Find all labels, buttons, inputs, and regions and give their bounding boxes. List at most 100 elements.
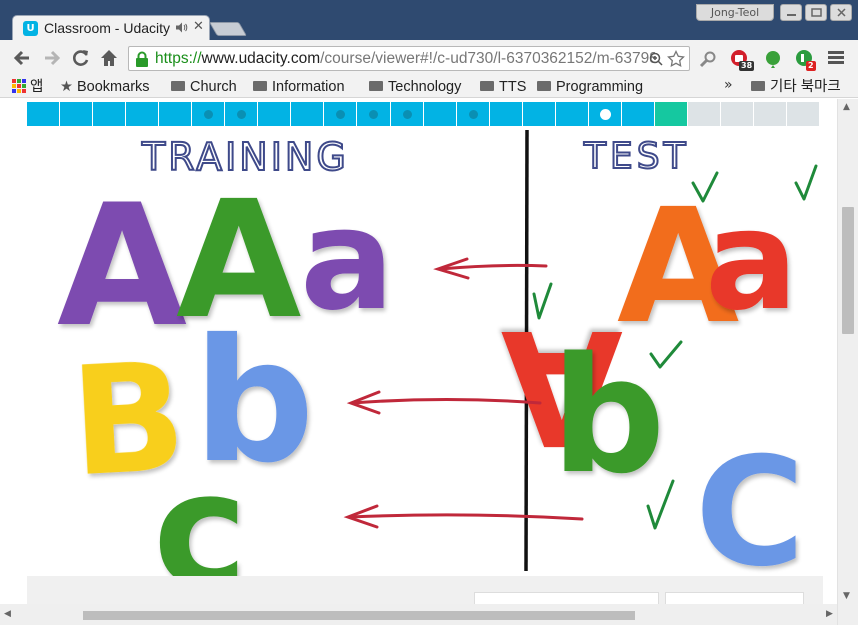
- scroll-down-icon[interactable]: ▼: [843, 591, 850, 601]
- star-icon: ★: [60, 79, 73, 95]
- vertical-scrollbar-thumb[interactable]: [842, 207, 854, 334]
- progress-segment[interactable]: [60, 102, 94, 126]
- progress-segment[interactable]: [456, 102, 490, 126]
- page-content: TRAINING TEST A A a B b c A A a b C ▲ ▼ …: [0, 99, 858, 625]
- speaker-icon[interactable]: [175, 21, 188, 34]
- progress-segment[interactable]: [754, 102, 788, 126]
- quiz-node-icon: [468, 110, 478, 119]
- progress-segment[interactable]: [357, 102, 391, 126]
- bookmark-label: TTS: [499, 79, 527, 95]
- pocket-extension-button[interactable]: 2: [795, 49, 819, 73]
- progress-segment[interactable]: [291, 102, 325, 126]
- folder-icon: [537, 81, 551, 91]
- forward-icon[interactable]: [42, 48, 62, 68]
- bookmark-bookmarks[interactable]: ★ Bookmarks: [60, 77, 150, 97]
- address-bar[interactable]: https://www.udacity.com/course/viewer#!/…: [128, 46, 690, 71]
- bookmark-folder-tts[interactable]: TTS: [480, 77, 526, 97]
- reload-icon[interactable]: [71, 48, 91, 68]
- progress-segment[interactable]: [324, 102, 358, 126]
- lesson-progress-bar: [27, 102, 837, 126]
- arrow-a: [433, 257, 548, 280]
- bookmark-label: Information: [272, 79, 345, 95]
- bookmarks-bar: 앱 ★ Bookmarks Church Information Technolo…: [0, 76, 858, 98]
- bookmark-label: Bookmarks: [77, 79, 150, 95]
- tab-close-icon[interactable]: ✕: [193, 19, 204, 34]
- scroll-up-icon[interactable]: ▲: [843, 102, 850, 112]
- toolbar: https://www.udacity.com/course/viewer#!/…: [0, 40, 858, 76]
- progress-segment[interactable]: [93, 102, 127, 126]
- quiz-node-icon: [204, 110, 214, 119]
- checkmark-red-a: [794, 164, 818, 201]
- browser-window: U Classroom - Udacity ✕ Jong-Teol https:…: [0, 0, 858, 625]
- folder-icon: [751, 81, 765, 91]
- progress-segment[interactable]: [192, 102, 226, 126]
- quiz-node-icon: [237, 110, 247, 119]
- progress-segment[interactable]: [654, 102, 688, 126]
- adblock-extension-button[interactable]: 38: [730, 49, 755, 73]
- bookmarks-overflow-button[interactable]: »: [724, 77, 733, 93]
- progress-segment[interactable]: [720, 102, 755, 126]
- horizontal-scrollbar[interactable]: ◀ ▶: [0, 604, 837, 625]
- close-window-button[interactable]: [830, 4, 852, 21]
- quiz-node-icon: [336, 110, 346, 119]
- apps-label: 앱: [30, 79, 44, 95]
- udacity-favicon-icon: U: [23, 21, 38, 36]
- progress-segment[interactable]: [787, 102, 821, 126]
- bookmark-label: Church: [190, 79, 237, 95]
- bookmark-label: Technology: [388, 79, 462, 95]
- vertical-scrollbar[interactable]: ▲ ▼: [837, 99, 858, 625]
- progress-segment[interactable]: [588, 102, 622, 126]
- progress-segment[interactable]: [258, 102, 292, 126]
- scroll-left-icon[interactable]: ◀: [4, 609, 11, 619]
- bookmark-star-icon[interactable]: [667, 50, 685, 68]
- tab-classroom[interactable]: U Classroom - Udacity ✕: [12, 15, 210, 40]
- left-gutter: [0, 99, 27, 625]
- bookmark-folder-programming[interactable]: Programming: [537, 77, 643, 97]
- progress-segment[interactable]: [621, 102, 655, 126]
- green-balloon-icon[interactable]: [764, 50, 782, 68]
- scroll-right-icon[interactable]: ▶: [826, 609, 833, 619]
- home-icon[interactable]: [99, 48, 119, 68]
- folder-icon: [171, 81, 185, 91]
- adblock-badge: 38: [739, 61, 755, 71]
- progress-segment[interactable]: [225, 102, 259, 126]
- progress-segment[interactable]: [390, 102, 424, 126]
- progress-segment[interactable]: [687, 102, 721, 126]
- search-extension-icon[interactable]: [699, 50, 717, 68]
- arrow-c: [343, 504, 584, 529]
- letter-blue-C: C: [695, 426, 805, 576]
- url-text[interactable]: https://www.udacity.com/course/viewer#!/…: [155, 50, 655, 68]
- back-icon[interactable]: [12, 48, 32, 68]
- letter-green-b: b: [551, 322, 666, 509]
- zoom-icon[interactable]: [649, 52, 663, 66]
- current-node-icon: [599, 109, 611, 120]
- bookmark-folder-technology[interactable]: Technology: [369, 77, 461, 97]
- pocket-badge: 2: [806, 61, 816, 71]
- progress-segment[interactable]: [522, 102, 556, 126]
- bookmark-folder-information[interactable]: Information: [253, 77, 345, 97]
- new-tab-button[interactable]: [208, 22, 248, 36]
- progress-segment[interactable]: [555, 102, 589, 126]
- horizontal-scrollbar-thumb[interactable]: [83, 611, 635, 620]
- quiz-node-icon: [369, 110, 379, 119]
- apps-shortcut[interactable]: 앱: [12, 77, 43, 97]
- bookmark-label: Programming: [556, 79, 644, 95]
- progress-segment[interactable]: [27, 102, 61, 126]
- progress-segment[interactable]: [126, 102, 160, 126]
- maximize-button[interactable]: [805, 4, 827, 21]
- letter-green-c: c: [153, 437, 248, 576]
- lock-icon[interactable]: [135, 51, 149, 67]
- tab-strip: U Classroom - Udacity ✕ Jong-Teol: [0, 0, 858, 40]
- folder-icon: [253, 81, 267, 91]
- tab-title: Classroom - Udacity: [44, 20, 171, 36]
- lesson-video[interactable]: TRAINING TEST A A a B b c A A a b C: [27, 126, 837, 576]
- bookmark-folder-church[interactable]: Church: [171, 77, 237, 97]
- progress-segment[interactable]: [489, 102, 523, 126]
- profile-button[interactable]: Jong-Teol: [696, 4, 774, 21]
- apps-grid-icon: [12, 79, 26, 93]
- minimize-button[interactable]: [780, 4, 802, 21]
- progress-segment[interactable]: [423, 102, 457, 126]
- chrome-menu-icon[interactable]: [828, 51, 844, 65]
- progress-segment[interactable]: [159, 102, 193, 126]
- other-bookmarks-folder[interactable]: 기타 북마크: [751, 77, 841, 97]
